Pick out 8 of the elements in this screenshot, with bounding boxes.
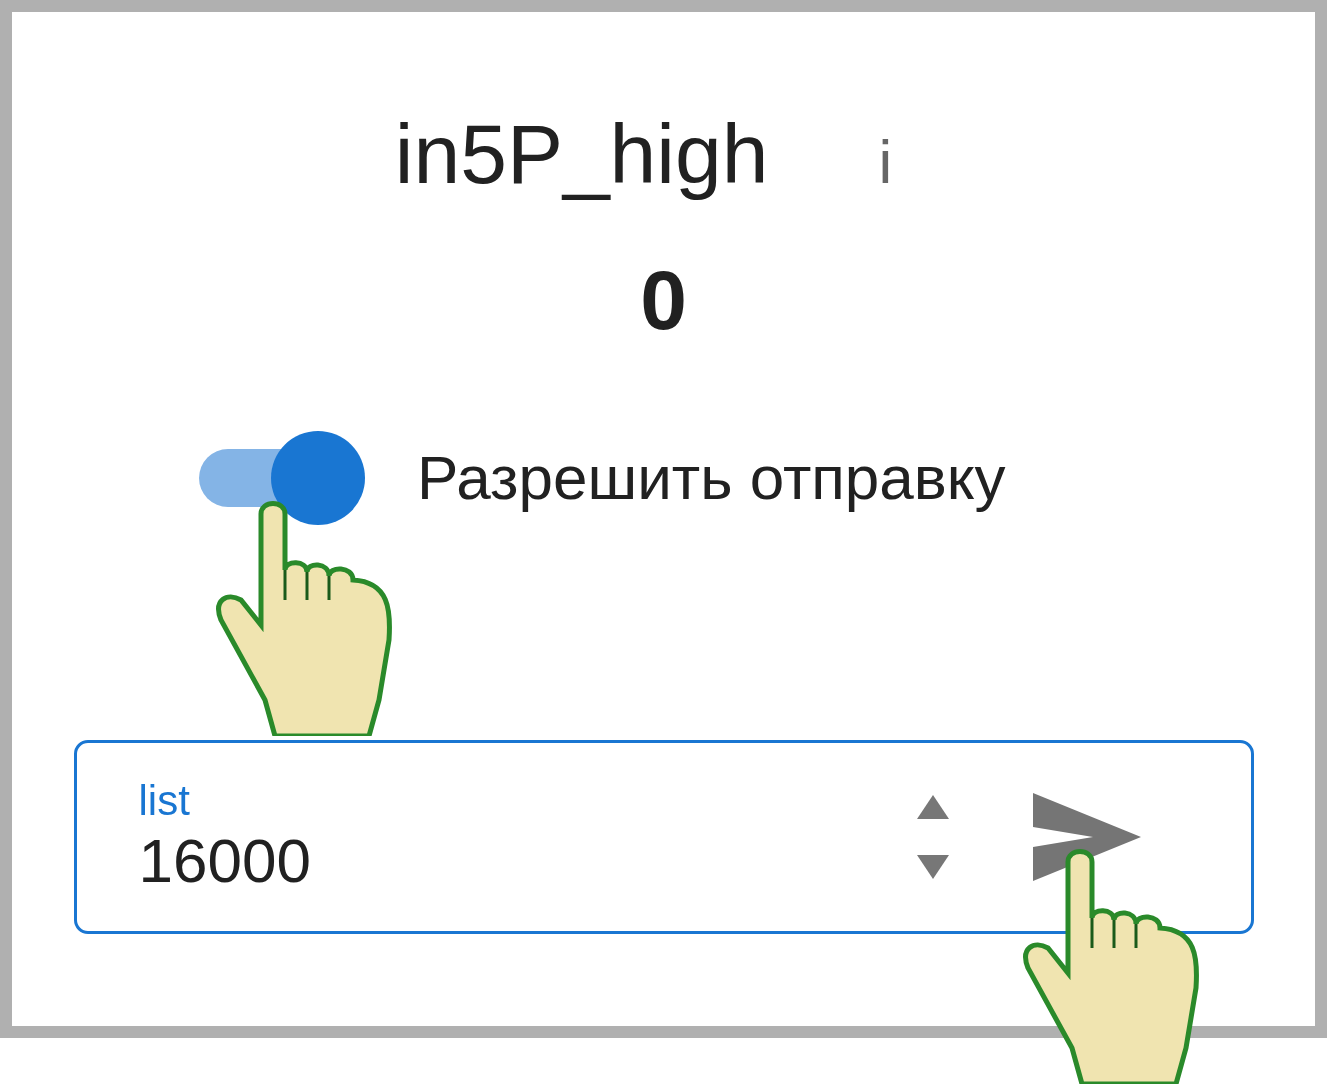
field-label: list xyxy=(138,777,191,826)
toggle-label: Разрешить отправку xyxy=(417,442,1006,514)
value-text: 0 xyxy=(640,251,687,349)
number-input[interactable]: 16000 xyxy=(138,825,739,897)
send-icon[interactable] xyxy=(1032,792,1141,881)
info-icon[interactable]: i xyxy=(878,126,893,197)
toggle-switch[interactable] xyxy=(199,430,365,525)
widget-title: in5P_high xyxy=(394,106,769,203)
